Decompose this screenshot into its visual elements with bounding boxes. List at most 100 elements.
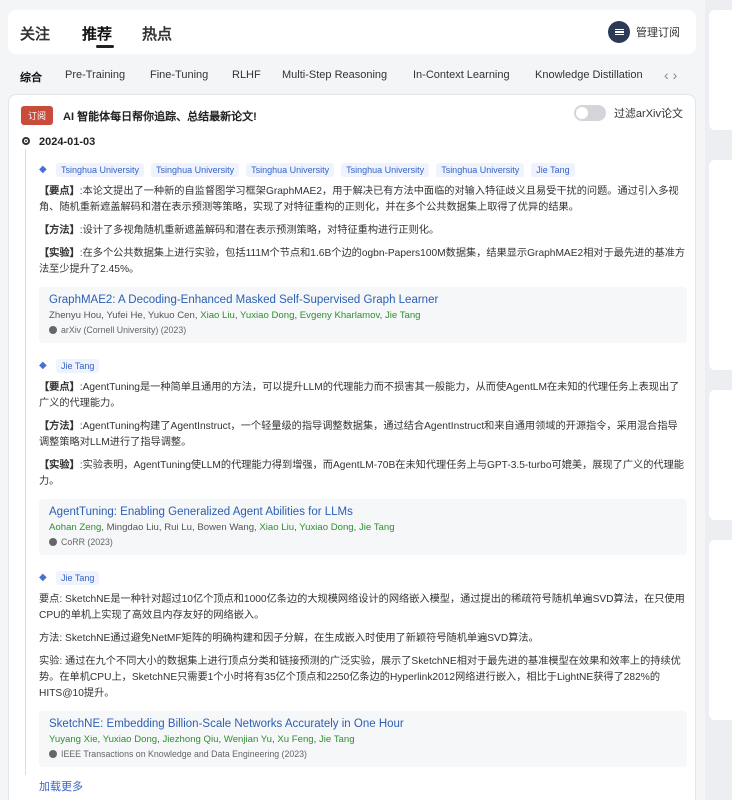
category-item[interactable]: Fine-Tuning [150,69,208,81]
method-text: :设计了多视角随机重新遮盖解码和潜在表示预测策略，对特征重构进行正则化。 [79,225,440,236]
author-name[interactable]: Yuxiao Dong [240,310,294,321]
category-scroll-arrows[interactable]: ‹› [664,67,681,83]
summary-method: 【方法】:AgentTuning构建了AgentInstruct，一个轻量级的指… [39,419,687,451]
tag-list: ◆ Jie Tang [39,359,687,373]
author-name[interactable]: Yuyang Xie [49,734,98,745]
subscription-banner: 订阅 AI 智能体每日帮你追踪、总结最新论文! [21,106,257,125]
paper-title[interactable]: GraphMAE2: A Decoding-Enhanced Masked Se… [49,294,677,306]
tag[interactable]: Tsinghua University [56,163,145,177]
author-name[interactable]: Yuxiao Dong [299,522,353,533]
method-label: 【方法】 [39,225,80,236]
summary-experiment: 实验: 通过在九个不同大小的数据集上进行顶点分类和链接预测的广泛实验，展示了Sk… [39,654,687,702]
category-bar: 综合 Pre-Training Fine-Tuning RLHF Multi-S… [0,66,705,86]
author-name[interactable]: Jie Tang [385,310,421,321]
venue-text: IEEE Transactions on Knowledge and Data … [61,749,307,759]
tag[interactable]: Jie Tang [56,571,100,585]
paper-venue: CoRR (2023) [49,537,677,547]
experiment-text: : 通过在九个不同大小的数据集上进行顶点分类和链接预测的广泛实验，展示了Sket… [39,656,681,699]
method-label: 方法 [39,633,60,644]
category-item[interactable]: Knowledge Distillation [535,69,643,81]
arxiv-filter-label: 过滤arXiv论文 [613,108,683,120]
author-name[interactable]: Bowen Wang [197,522,254,533]
category-item[interactable]: 综合 [20,69,42,85]
summary-method: 【方法】:设计了多视角随机重新遮盖解码和潜在表示预测策略，对特征重构进行正则化。 [39,223,687,239]
tag[interactable]: Tsinghua University [246,163,335,177]
paper-card[interactable]: GraphMAE2: A Decoding-Enhanced Masked Se… [39,287,687,343]
summary-keypoint: 要点: SketchNE是一种针对超过10亿个顶点和1000亿条边的大规模网络设… [39,592,687,624]
paper-card[interactable]: SketchNE: Embedding Billion-Scale Networ… [39,711,687,767]
manage-subscription-button[interactable]: 管理订阅 [608,21,680,43]
tag[interactable]: Tsinghua University [341,163,430,177]
tab-hot[interactable]: 热点 [142,23,172,44]
arxiv-filter: 过滤arXiv论文 [573,105,683,121]
author-list: Aohan Zeng, Mingdao Liu, Rui Lu, Bowen W… [49,522,395,533]
author-name[interactable]: Jie Tang [359,522,395,533]
author-name[interactable]: Wenjian Yu [224,734,272,745]
paper-title[interactable]: SketchNE: Embedding Billion-Scale Networ… [49,718,677,730]
author-name[interactable]: Yufei He [106,310,142,321]
author-name[interactable]: Jiezhong Qiu [162,734,218,745]
tag-icon: ◆ [39,572,47,583]
menu-icon [608,21,630,43]
side-card [709,540,732,720]
keypoint-text: :AgentTuning是一种简单且通用的方法，可以提升LLM的代理能力而不损害… [39,382,680,409]
summary-experiment: 【实验】:在多个公共数据集上进行实验，包括111M个节点和1.6B个边的ogbn… [39,246,687,278]
paper-venue: arXiv (Cornell University) (2023) [49,325,677,335]
method-text: : SketchNE通过避免NetMF矩阵的明确构建和因子分解，在生成嵌入时使用… [59,633,539,644]
tag-icon: ◆ [39,360,47,371]
author-name[interactable]: Jie Tang [319,734,355,745]
date-label: 2024-01-03 [39,136,96,148]
tag-list: ◆ Tsinghua University Tsinghua Universit… [39,163,687,177]
globe-icon [49,538,57,546]
author-list: Zhenyu Hou, Yufei He, Yukuo Cen, Xiao Li… [49,310,421,321]
author-name[interactable]: Mingdao Liu [107,522,159,533]
author-name[interactable]: Zhenyu Hou [49,310,101,321]
load-more-link[interactable]: 加载更多 [39,778,83,794]
keypoint-label: 【要点】 [39,186,80,197]
paper-card[interactable]: AgentTuning: Enabling Generalized Agent … [39,499,687,555]
tab-recommend[interactable]: 推荐 [82,23,112,44]
chevron-right-icon[interactable]: › [673,67,682,83]
subscribe-badge[interactable]: 订阅 [21,106,54,125]
experiment-text: :实验表明，AgentTuning使LLM的代理能力得到增强，而AgentLM-… [39,460,684,487]
chevron-left-icon[interactable]: ‹ [664,67,673,83]
author-name[interactable]: Evgeny Kharlamov [300,310,380,321]
side-card [709,10,732,130]
category-item[interactable]: In-Context Learning [413,69,510,81]
paper-venue: IEEE Transactions on Knowledge and Data … [49,749,677,759]
tag-icon: ◆ [39,164,47,175]
tag[interactable]: Jie Tang [56,359,100,373]
timeline-line [25,149,26,775]
author-name[interactable]: Xu Feng [277,734,313,745]
author-name[interactable]: Xiao Liu [259,522,294,533]
method-text: :AgentTuning构建了AgentInstruct，一个轻量级的指导调整数… [39,421,678,448]
feed-panel: 订阅 AI 智能体每日帮你追踪、总结最新论文! 过滤arXiv论文 2024-0… [8,94,696,800]
keypoint-text: : SketchNE是一种针对超过10亿个顶点和1000亿条边的大规模网络设计的… [39,594,685,621]
experiment-text: :在多个公共数据集上进行实验，包括111M个节点和1.6B个边的ogbn-Pap… [39,248,686,275]
category-item[interactable]: RLHF [232,69,261,81]
summary-method: 方法: SketchNE通过避免NetMF矩阵的明确构建和因子分解，在生成嵌入时… [39,631,687,647]
active-tab-indicator [96,45,114,48]
keypoint-text: :本论文提出了一种新的自监督图学习框架GraphMAE2，用于解决已有方法中面临… [39,186,679,213]
author-name[interactable]: Aohan Zeng [49,522,101,533]
summary-keypoint: 【要点】:AgentTuning是一种简单且通用的方法，可以提升LLM的代理能力… [39,380,687,412]
manage-subscription-label: 管理订阅 [636,27,680,39]
paper-title[interactable]: AgentTuning: Enabling Generalized Agent … [49,506,677,518]
author-name[interactable]: Yukuo Cen [148,310,195,321]
tab-follow[interactable]: 关注 [20,23,50,44]
paper-item: ◆ Jie Tang 【要点】:AgentTuning是一种简单且通用的方法，可… [39,359,687,555]
tag[interactable]: Tsinghua University [436,163,525,177]
tag[interactable]: Tsinghua University [151,163,240,177]
author-name[interactable]: Xiao Liu [200,310,235,321]
author-name[interactable]: Rui Lu [164,522,192,533]
author-list: Yuyang Xie, Yuxiao Dong, Jiezhong Qiu, W… [49,734,355,745]
side-card [709,390,732,520]
paper-item: ◆ Tsinghua University Tsinghua Universit… [39,163,687,343]
category-item[interactable]: Multi-Step Reasoning [282,69,387,81]
paper-item: ◆ Jie Tang 要点: SketchNE是一种针对超过10亿个顶点和100… [39,571,687,767]
category-item[interactable]: Pre-Training [65,69,125,81]
author-name[interactable]: Yuxiao Dong [103,734,157,745]
arxiv-filter-toggle[interactable] [573,105,606,121]
tag[interactable]: Jie Tang [531,163,575,177]
experiment-label: 【实验】 [39,248,80,259]
